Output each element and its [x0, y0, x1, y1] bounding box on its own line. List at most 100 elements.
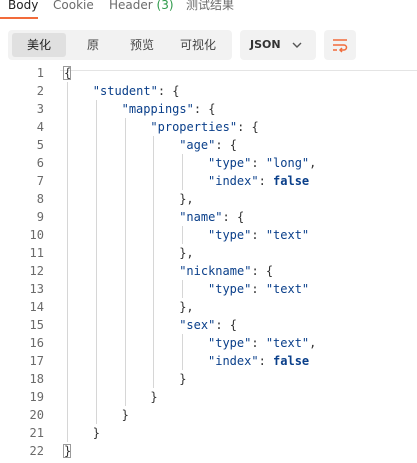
code-token: "age"	[179, 138, 216, 152]
line-number: 20	[29, 408, 44, 422]
code-line: 9 "name": {	[0, 208, 417, 226]
code-token: ,	[309, 156, 317, 170]
code-line: 11},	[0, 244, 417, 262]
view-mode-preview[interactable]: 预览	[116, 33, 168, 57]
response-body-editor[interactable]: 1{2 "student": {3 "mappings": {4 "propertie…	[0, 66, 417, 463]
code-token: : {	[215, 138, 237, 152]
code-line: 6 "type": "long",	[0, 154, 417, 172]
code-line: 2 "student": {	[0, 82, 417, 100]
code-token: "student"	[92, 84, 158, 98]
indent-guide	[153, 136, 155, 388]
code-line: 8},	[0, 190, 417, 208]
line-number: 21	[29, 426, 44, 440]
code-token: :	[258, 174, 274, 188]
line-number: 19	[29, 390, 44, 404]
code-token: : {	[157, 84, 180, 98]
indent-guide	[182, 280, 184, 298]
line-number: 17	[29, 354, 44, 368]
code-text: "name": {	[179, 208, 244, 226]
code-token: }	[92, 426, 101, 440]
code-token: "type"	[208, 336, 252, 350]
code-token: "name"	[179, 210, 223, 224]
tab-header[interactable]: Header (3)	[109, 0, 174, 13]
code-token: false	[273, 174, 310, 188]
line-number: 13	[29, 282, 44, 296]
view-mode-visualize[interactable]: 可视化	[168, 33, 228, 57]
indent-guide	[67, 82, 68, 442]
code-text: }	[150, 388, 157, 406]
code-line: 19}	[0, 388, 417, 406]
code-token: "type"	[208, 282, 252, 296]
view-mode-segmented-control: 美化 原 预览 可视化	[8, 30, 232, 60]
code-token: false	[273, 354, 310, 368]
code-token: :	[251, 228, 266, 242]
code-text: "type": "long",	[208, 154, 316, 172]
code-token: },	[179, 300, 194, 314]
code-line: 13 "type": "text"	[0, 280, 417, 298]
code-line: 17 "index": false	[0, 352, 417, 370]
indent-guide	[124, 118, 126, 406]
format-dropdown[interactable]: JSON	[240, 30, 316, 60]
wrap-lines-button[interactable]	[324, 30, 356, 60]
code-token: },	[179, 246, 194, 260]
code-line: 3 "mappings": {	[0, 100, 417, 118]
line-number: 4	[36, 120, 44, 134]
line-number: 8	[36, 192, 44, 206]
line-number: 15	[29, 318, 44, 332]
tab-body[interactable]: Body	[8, 0, 38, 13]
format-dropdown-value: JSON	[250, 38, 281, 51]
code-token: }	[179, 372, 187, 386]
code-text: }	[179, 370, 186, 388]
line-number: 7	[36, 174, 44, 188]
code-text: },	[179, 190, 193, 208]
code-text: "type": "text"	[208, 226, 309, 244]
indent-guide	[182, 226, 184, 244]
code-token: }	[121, 408, 129, 422]
active-tab-indicator	[0, 17, 38, 19]
code-text: "index": false	[208, 172, 309, 190]
response-tabs: Body Cookie Header (3) 测试结果	[0, 0, 417, 19]
code-text: }	[122, 406, 129, 424]
code-token: "long"	[265, 156, 310, 170]
line-number: 18	[29, 372, 44, 386]
code-token: : {	[193, 102, 216, 116]
code-text: },	[179, 298, 193, 316]
tab-cookie[interactable]: Cookie	[53, 0, 94, 13]
matching-bracket-highlight	[63, 66, 71, 80]
code-token: "properties"	[150, 120, 238, 134]
code-token: "index"	[208, 174, 259, 188]
code-token: "type"	[208, 156, 252, 170]
view-mode-raw[interactable]: 原	[70, 33, 116, 57]
tab-test-results[interactable]: 测试结果	[186, 0, 234, 13]
code-text: "age": {	[179, 136, 237, 154]
code-token: "type"	[208, 228, 252, 242]
code-token: "sex"	[179, 318, 216, 332]
code-token: "text"	[265, 228, 310, 242]
line-number: 16	[29, 336, 44, 350]
code-line: 16 "type": "text",	[0, 334, 417, 352]
code-text: "properties": {	[150, 118, 258, 136]
chevron-down-icon	[292, 42, 302, 48]
code-token: :	[258, 354, 274, 368]
code-text: "type": "text",	[208, 334, 316, 352]
code-token: "text"	[265, 336, 310, 350]
code-token: : {	[237, 120, 259, 134]
code-token: "nickname"	[179, 264, 252, 278]
matching-bracket-highlight	[63, 444, 71, 458]
code-token: "text"	[265, 282, 310, 296]
code-line: 18}	[0, 370, 417, 388]
code-line: 14},	[0, 298, 417, 316]
wrap-lines-icon	[333, 39, 348, 53]
indent-guide	[182, 154, 184, 190]
indent-guide	[95, 100, 97, 424]
code-token: : {	[251, 264, 274, 278]
code-line: 7 "index": false	[0, 172, 417, 190]
line-number: 5	[36, 138, 44, 152]
view-mode-pretty[interactable]: 美化	[12, 33, 66, 57]
line-number: 22	[29, 444, 44, 458]
line-number: 14	[29, 300, 44, 314]
line-number: 2	[36, 84, 44, 98]
code-token: :	[251, 156, 266, 170]
code-token: :	[251, 336, 266, 350]
code-token: "mappings"	[121, 102, 194, 116]
